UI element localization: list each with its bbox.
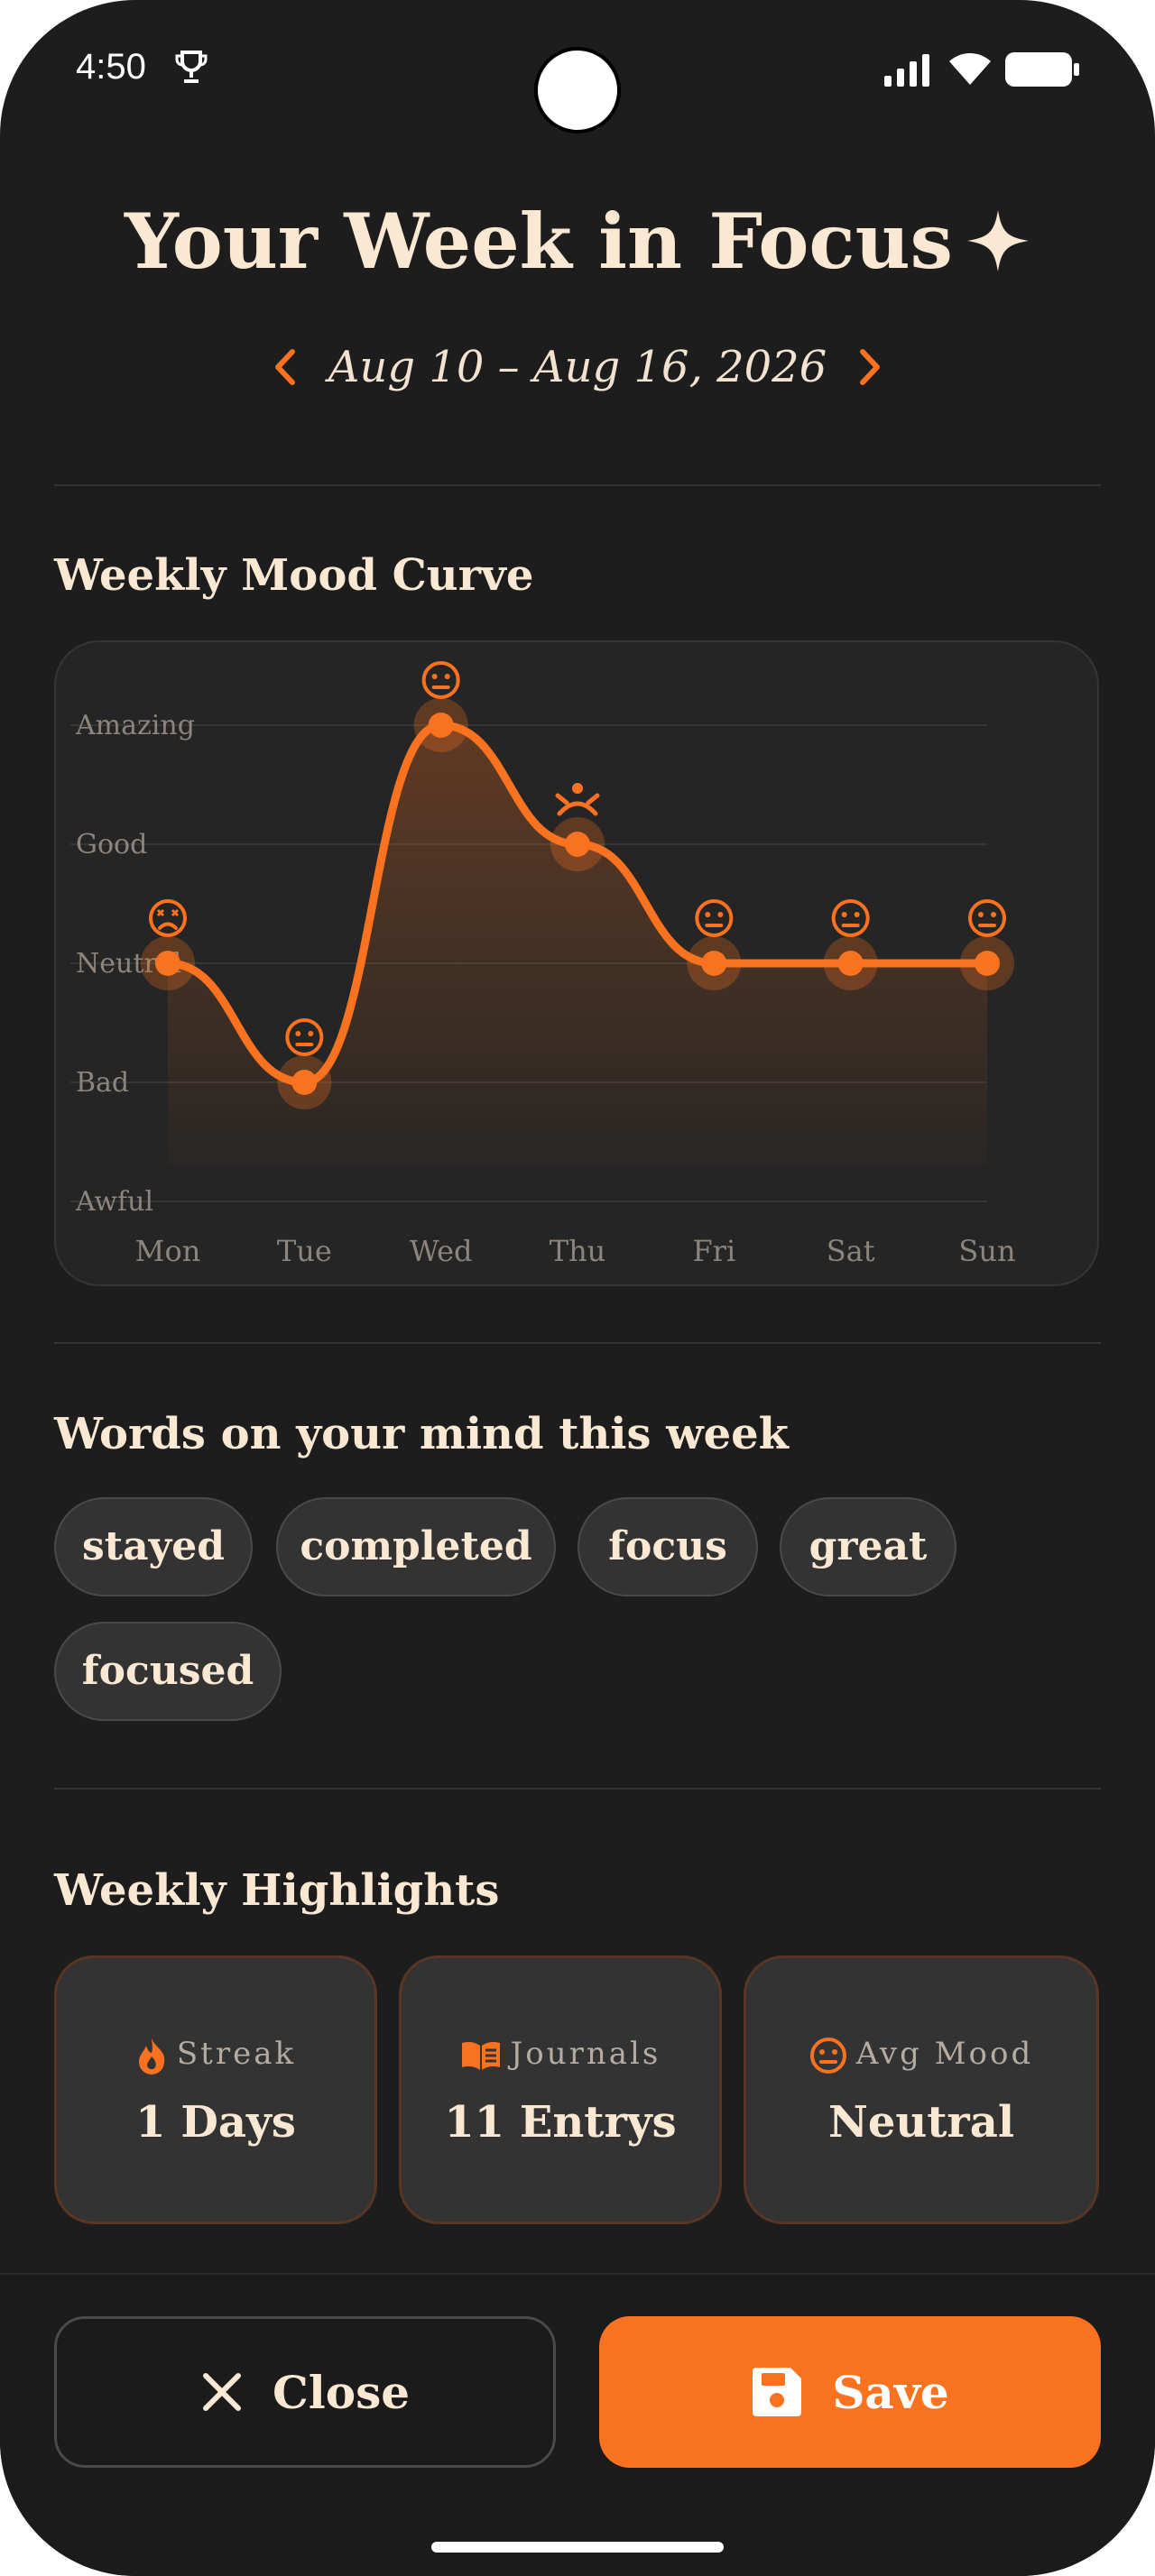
phone-screen: 4:50 Your Week in Focus Aug 10 – Aug 16,… xyxy=(0,0,1155,2576)
word-chip[interactable]: completed xyxy=(276,1497,556,1596)
word-chip[interactable]: focused xyxy=(54,1622,282,1721)
flame-icon xyxy=(138,2038,165,2075)
neutral-face-icon xyxy=(968,899,1006,937)
save-button[interactable]: Save xyxy=(599,2316,1101,2468)
section-title-words: Words on your mind this week xyxy=(54,1409,789,1459)
x-tick-label: Fri xyxy=(692,1234,735,1268)
highlight-value: 1 Days xyxy=(135,2097,296,2148)
data-point xyxy=(975,951,1000,976)
mood-chart-card: Awful Bad Neutral Good Amazing Mon Tue Wed Thu Fr… xyxy=(54,640,1099,1286)
chevron-right-icon[interactable] xyxy=(845,343,893,391)
chevron-left-icon[interactable] xyxy=(262,343,310,391)
close-icon xyxy=(202,2373,241,2411)
x-tick-label: Sat xyxy=(827,1234,875,1268)
divider xyxy=(54,1788,1101,1789)
signal-icon xyxy=(884,54,929,87)
neutral-face-icon xyxy=(809,2038,846,2074)
data-point xyxy=(155,951,180,976)
section-title-highlights: Weekly Highlights xyxy=(54,1865,500,1916)
highlight-label: Streak xyxy=(176,2036,297,2072)
close-button-label: Close xyxy=(272,2365,411,2419)
highlight-label: Avg Mood xyxy=(855,2036,1034,2072)
y-tick-label: Awful xyxy=(75,1186,153,1218)
wifi-icon xyxy=(949,53,991,85)
divider xyxy=(54,484,1101,486)
save-icon xyxy=(753,2368,802,2416)
highlight-card-streak: Streak 1 Days xyxy=(54,1955,377,2224)
battery-icon xyxy=(1005,52,1079,87)
save-button-label: Save xyxy=(832,2365,949,2419)
x-tick-label: Wed xyxy=(410,1234,473,1268)
neutral-face-icon xyxy=(831,899,870,937)
close-button[interactable]: Close xyxy=(54,2316,556,2468)
date-navigator: Aug 10 – Aug 16, 2026 xyxy=(0,336,1155,399)
status-bar: 4:50 xyxy=(0,0,1155,144)
y-tick-label: Bad xyxy=(76,1067,129,1099)
word-chip[interactable]: stayed xyxy=(54,1497,253,1596)
status-time: 4:50 xyxy=(76,47,146,87)
word-chip[interactable]: great xyxy=(780,1497,956,1596)
stressed-face-icon xyxy=(149,899,187,937)
page-title-text: Your Week in Focus xyxy=(125,196,953,286)
highlight-value: 11 Entrys xyxy=(444,2097,677,2148)
neutral-face-icon xyxy=(421,661,460,699)
neutral-face-icon xyxy=(695,899,734,937)
highlight-value: Neutral xyxy=(827,2097,1015,2148)
word-chip[interactable]: focus xyxy=(578,1497,758,1596)
page-title: Your Week in Focus xyxy=(0,189,1155,286)
highlight-card-journals: Journals 11 Entrys xyxy=(399,1955,722,2224)
meditation-icon xyxy=(555,783,600,816)
sparkle-icon xyxy=(966,210,1029,271)
data-point xyxy=(701,951,727,976)
mood-chart: AwfulBadNeutralGoodAmazingMon Tue Wed Thu Fr… xyxy=(70,661,1016,1268)
date-range: Aug 10 – Aug 16, 2026 xyxy=(328,342,827,392)
camera-cutout xyxy=(534,47,621,133)
x-tick-label: Sun xyxy=(958,1234,1015,1268)
book-icon xyxy=(461,2042,500,2070)
y-tick-label: Good xyxy=(76,829,147,860)
data-point xyxy=(428,713,454,738)
data-point xyxy=(837,951,864,976)
home-indicator xyxy=(431,2542,724,2553)
x-tick-label: Tue xyxy=(277,1234,332,1268)
x-tick-label: Mon xyxy=(135,1234,201,1268)
neutral-face-icon xyxy=(285,1018,324,1056)
divider xyxy=(54,1342,1101,1344)
data-point xyxy=(565,832,590,857)
highlight-card-avg-mood: Avg Mood Neutral xyxy=(744,1955,1099,2224)
x-tick-label: Thu xyxy=(550,1234,606,1268)
trophy-icon xyxy=(175,51,208,83)
highlight-label: Journals xyxy=(510,2036,661,2072)
section-title-mood: Weekly Mood Curve xyxy=(54,550,534,601)
data-point xyxy=(291,1070,318,1095)
y-tick-label: Amazing xyxy=(75,710,195,741)
